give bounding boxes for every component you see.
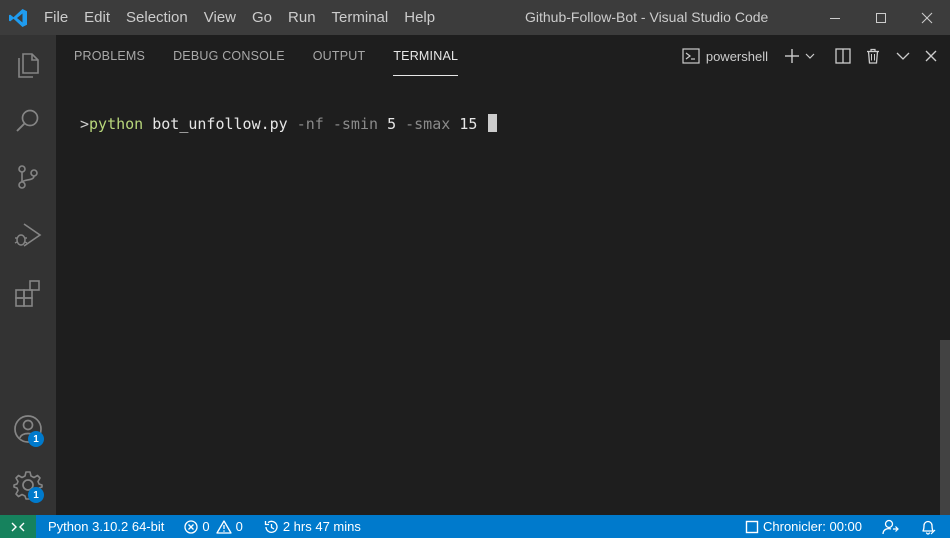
notifications-button[interactable] xyxy=(914,515,946,538)
source-control-button[interactable] xyxy=(0,149,56,205)
split-icon xyxy=(835,48,851,64)
live-share-button[interactable] xyxy=(876,515,910,538)
tab-debug-console[interactable]: DEBUG CONSOLE xyxy=(173,35,285,77)
close-icon xyxy=(925,50,937,62)
terminal-cursor xyxy=(488,114,498,132)
live-share-icon xyxy=(882,519,899,534)
tab-terminal[interactable]: TERMINAL xyxy=(393,35,458,77)
close-icon xyxy=(921,12,933,23)
files-icon xyxy=(18,53,39,78)
maximize-button[interactable] xyxy=(858,0,904,35)
trash-icon xyxy=(867,48,879,64)
accounts-badge: 1 xyxy=(28,431,44,447)
menu-terminal[interactable]: Terminal xyxy=(324,0,397,35)
maximize-icon xyxy=(876,12,886,23)
chronicler-label: Chronicler: 00:00 xyxy=(763,519,862,534)
manage-badge: 1 xyxy=(28,487,44,503)
window-controls xyxy=(812,0,950,35)
chevron-down-icon xyxy=(896,52,910,60)
shell-name: powershell xyxy=(705,48,768,64)
chronicler-status[interactable]: Chronicler: 00:00 xyxy=(739,515,868,538)
error-count: 0 xyxy=(202,519,210,534)
terminal-arg: 15 xyxy=(459,115,478,133)
bell-icon xyxy=(922,520,936,535)
terminal-arg: 5 xyxy=(387,115,397,133)
minimize-icon xyxy=(830,17,840,19)
warning-icon xyxy=(215,519,232,534)
collapse-panel-button[interactable] xyxy=(888,44,918,68)
menu-help[interactable]: Help xyxy=(396,0,443,35)
time-tracker[interactable]: 2 hrs 47 mins xyxy=(257,515,367,538)
window-title: Github-Follow-Bot - Visual Studio Code xyxy=(525,9,769,25)
menu-edit[interactable]: Edit xyxy=(76,0,118,35)
terminal-output[interactable]: >python bot_unfollow.py -nf -smin 5 -sma… xyxy=(80,113,498,135)
status-bar: Python 3.10.2 64-bit 0 0 2 hrs 47 mins C… xyxy=(0,515,950,538)
python-interpreter[interactable]: Python 3.10.2 64-bit xyxy=(42,515,170,538)
terminal-flag: -smin xyxy=(332,115,379,133)
panel-tabs: PROBLEMS DEBUG CONSOLE OUTPUT TERMINAL xyxy=(74,35,486,77)
vscode-logo-icon xyxy=(0,0,36,35)
remote-icon xyxy=(11,522,25,531)
tab-output[interactable]: OUTPUT xyxy=(313,35,366,77)
close-window-button[interactable] xyxy=(904,0,950,35)
terminal-flag: -nf xyxy=(296,115,324,133)
tab-problems[interactable]: PROBLEMS xyxy=(74,35,145,77)
plus-icon xyxy=(785,49,799,63)
extensions-icon xyxy=(15,280,40,307)
minimize-button[interactable] xyxy=(812,0,858,35)
terminal-prompt: > xyxy=(80,115,90,133)
terminal-icon xyxy=(682,48,700,64)
activity-bar: 1 1 xyxy=(0,35,56,515)
manage-button[interactable]: 1 xyxy=(0,457,56,513)
remote-button[interactable] xyxy=(0,515,36,538)
python-version: Python 3.10.2 64-bit xyxy=(48,519,165,534)
new-terminal-button[interactable] xyxy=(782,44,802,68)
time-value: 2 hrs 47 mins xyxy=(282,519,361,534)
run-debug-icon xyxy=(14,223,42,247)
source-control-icon xyxy=(18,165,38,189)
menu-bar: File Edit Selection View Go Run Terminal… xyxy=(36,0,443,35)
stop-square-icon xyxy=(745,520,759,533)
error-icon xyxy=(184,519,199,534)
panel-actions: powershell xyxy=(682,35,950,77)
menu-go[interactable]: Go xyxy=(244,0,280,35)
kill-terminal-button[interactable] xyxy=(858,44,888,68)
extensions-button[interactable] xyxy=(0,265,56,321)
terminal-shell-selector[interactable]: powershell xyxy=(682,44,768,68)
terminal-command: python xyxy=(89,115,144,133)
warning-count: 0 xyxy=(235,519,243,534)
run-debug-button[interactable] xyxy=(0,207,56,263)
chevron-down-icon xyxy=(805,53,815,59)
terminal-panel: PROBLEMS DEBUG CONSOLE OUTPUT TERMINAL p… xyxy=(56,35,950,515)
accounts-button[interactable]: 1 xyxy=(0,401,56,457)
terminal-flag: -smax xyxy=(405,115,451,133)
history-icon xyxy=(264,520,278,533)
terminal-script: bot_unfollow.py xyxy=(152,115,288,133)
problems-status[interactable]: 0 0 xyxy=(178,515,248,538)
launch-profile-button[interactable] xyxy=(802,44,818,68)
close-panel-button[interactable] xyxy=(918,44,944,68)
menu-selection[interactable]: Selection xyxy=(118,0,196,35)
explorer-button[interactable] xyxy=(0,37,56,93)
search-icon xyxy=(16,109,39,132)
menu-run[interactable]: Run xyxy=(280,0,324,35)
menu-file[interactable]: File xyxy=(36,0,76,35)
split-terminal-button[interactable] xyxy=(828,44,858,68)
terminal-scrollbar[interactable] xyxy=(940,340,950,515)
search-button[interactable] xyxy=(0,93,56,149)
title-bar: File Edit Selection View Go Run Terminal… xyxy=(0,0,950,35)
menu-view[interactable]: View xyxy=(196,0,244,35)
